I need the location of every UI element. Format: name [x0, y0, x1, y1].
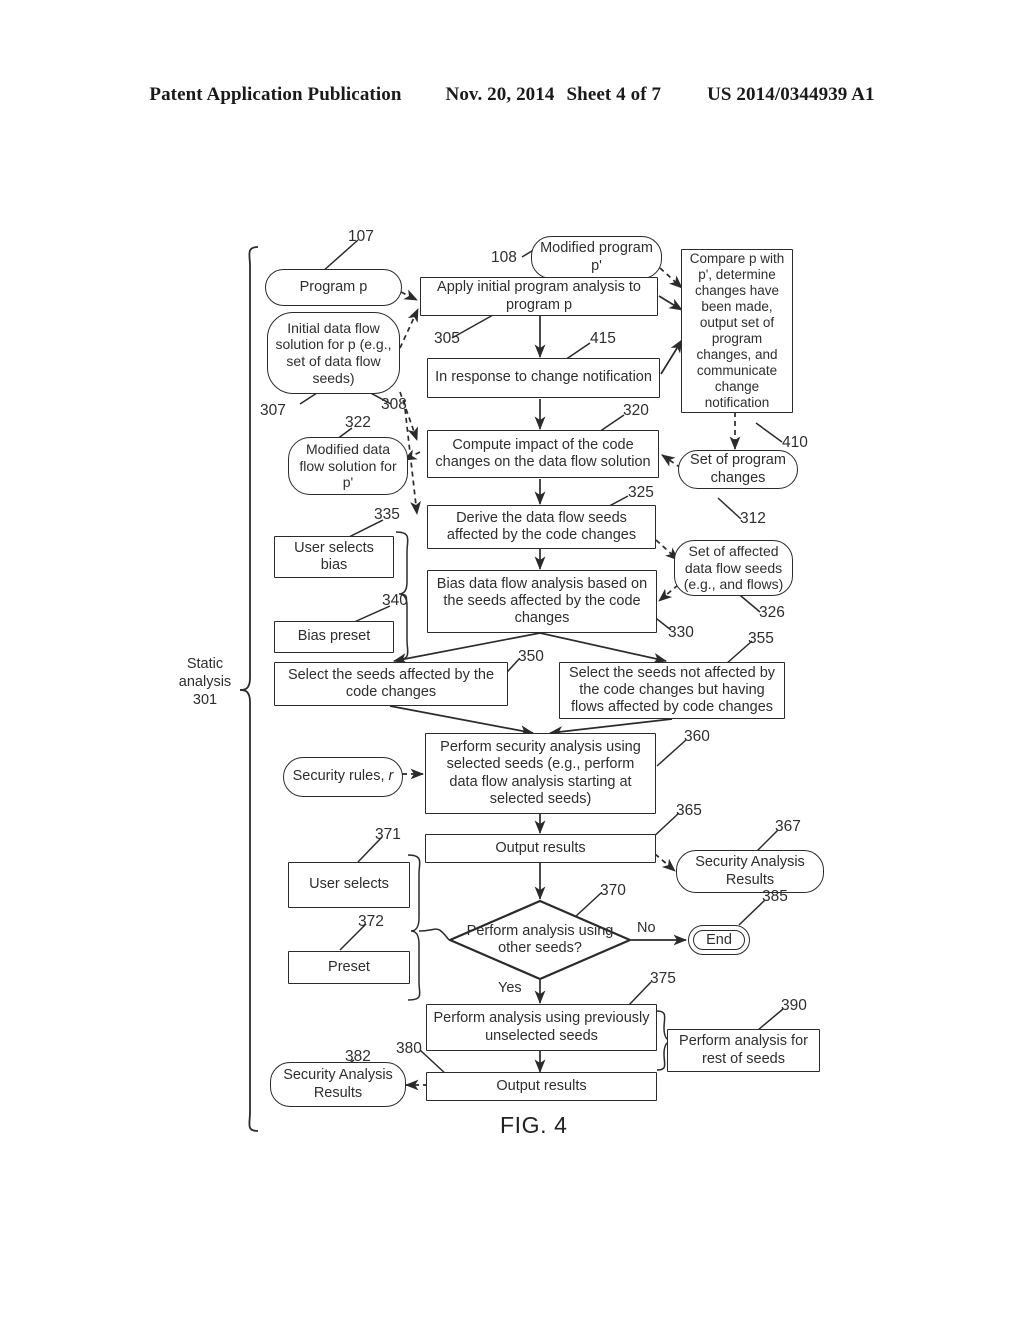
ref-340: 340 — [382, 592, 408, 609]
node-compare-programs[interactable]: Compare p with p', determine changes hav… — [681, 249, 793, 413]
edge-label-no: No — [637, 920, 656, 936]
figure-4-flowchart: Program p Initial data flow solution for… — [0, 0, 1024, 1320]
ref-350: 350 — [518, 648, 544, 665]
node-security-analysis-results-primary[interactable]: Security Analysis Results — [676, 850, 824, 893]
ref-326: 326 — [759, 604, 785, 621]
node-apply-initial-analysis[interactable]: Apply initial program analysis to progra… — [420, 277, 658, 316]
ref-320: 320 — [623, 402, 649, 419]
node-preset[interactable]: Preset — [288, 951, 410, 984]
node-derive-affected-seeds[interactable]: Derive the data flow seeds affected by t… — [427, 505, 656, 549]
ref-371: 371 — [375, 826, 401, 843]
node-user-selects-bias[interactable]: User selects bias — [274, 536, 394, 578]
ref-360: 360 — [684, 728, 710, 745]
edge-label-yes: Yes — [498, 980, 522, 996]
security-rules-label: Security rules, r — [292, 768, 394, 785]
ref-375: 375 — [650, 970, 676, 987]
node-in-response-to-change-notification[interactable]: In response to change notification — [427, 358, 660, 398]
node-initial-data-flow-solution[interactable]: Initial data flow solution for p (e.g., … — [267, 312, 400, 394]
ref-365: 365 — [676, 802, 702, 819]
node-compute-impact[interactable]: Compute impact of the code changes on th… — [427, 430, 659, 478]
ref-322: 322 — [345, 414, 371, 431]
ref-370: 370 — [600, 882, 626, 899]
node-end-terminator[interactable]: End — [688, 925, 750, 955]
ref-107: 107 — [348, 228, 374, 245]
node-perform-security-analysis[interactable]: Perform security analysis using selected… — [425, 733, 656, 814]
ref-305: 305 — [434, 330, 460, 347]
node-perform-analysis-rest-of-seeds[interactable]: Perform analysis for rest of seeds — [667, 1029, 820, 1072]
decision-label: Perform analysis using other seeds? — [466, 922, 614, 956]
ref-308: 308 — [381, 396, 407, 413]
ref-312: 312 — [740, 510, 766, 527]
node-modified-data-flow-solution[interactable]: Modified data flow solution for p' — [288, 437, 408, 495]
ref-307: 307 — [260, 402, 286, 419]
ref-325: 325 — [628, 484, 654, 501]
ref-108: 108 — [491, 249, 517, 266]
ref-385: 385 — [762, 888, 788, 905]
ref-355: 355 — [748, 630, 774, 647]
node-program-p[interactable]: Program p — [265, 269, 402, 306]
node-security-rules[interactable]: Security rules, r — [283, 757, 403, 797]
node-set-of-affected-seeds[interactable]: Set of affected data flow seeds (e.g., a… — [674, 540, 793, 596]
ref-335: 335 — [374, 506, 400, 523]
figure-caption: FIG. 4 — [500, 1112, 568, 1138]
node-output-results-primary[interactable]: Output results — [425, 834, 656, 863]
ref-330: 330 — [668, 624, 694, 641]
ref-372: 372 — [358, 913, 384, 930]
node-security-analysis-results-secondary[interactable]: Security Analysis Results — [270, 1062, 406, 1107]
ref-382: 382 — [345, 1048, 371, 1065]
node-bias-preset[interactable]: Bias preset — [274, 621, 394, 653]
node-decision-other-seeds[interactable]: Perform analysis using other seeds? — [449, 900, 631, 980]
node-set-of-program-changes[interactable]: Set of program changes — [678, 450, 798, 489]
ref-415: 415 — [590, 330, 616, 347]
group-label-static-analysis: Static analysis 301 — [178, 656, 232, 709]
node-select-not-affected-seeds[interactable]: Select the seeds not affected by the cod… — [559, 662, 785, 719]
node-user-selects[interactable]: User selects — [288, 862, 410, 908]
ref-390: 390 — [781, 997, 807, 1014]
node-select-affected-seeds[interactable]: Select the seeds affected by the code ch… — [274, 662, 508, 706]
node-bias-data-flow-analysis[interactable]: Bias data flow analysis based on the see… — [427, 570, 657, 633]
node-output-results-secondary[interactable]: Output results — [426, 1072, 657, 1101]
ref-410: 410 — [782, 434, 808, 451]
end-label: End — [693, 930, 745, 950]
ref-380: 380 — [396, 1040, 422, 1057]
node-modified-program[interactable]: Modified program p' — [531, 236, 662, 279]
node-perform-analysis-unselected-seeds[interactable]: Perform analysis using previously unsele… — [426, 1004, 657, 1051]
ref-367: 367 — [775, 818, 801, 835]
